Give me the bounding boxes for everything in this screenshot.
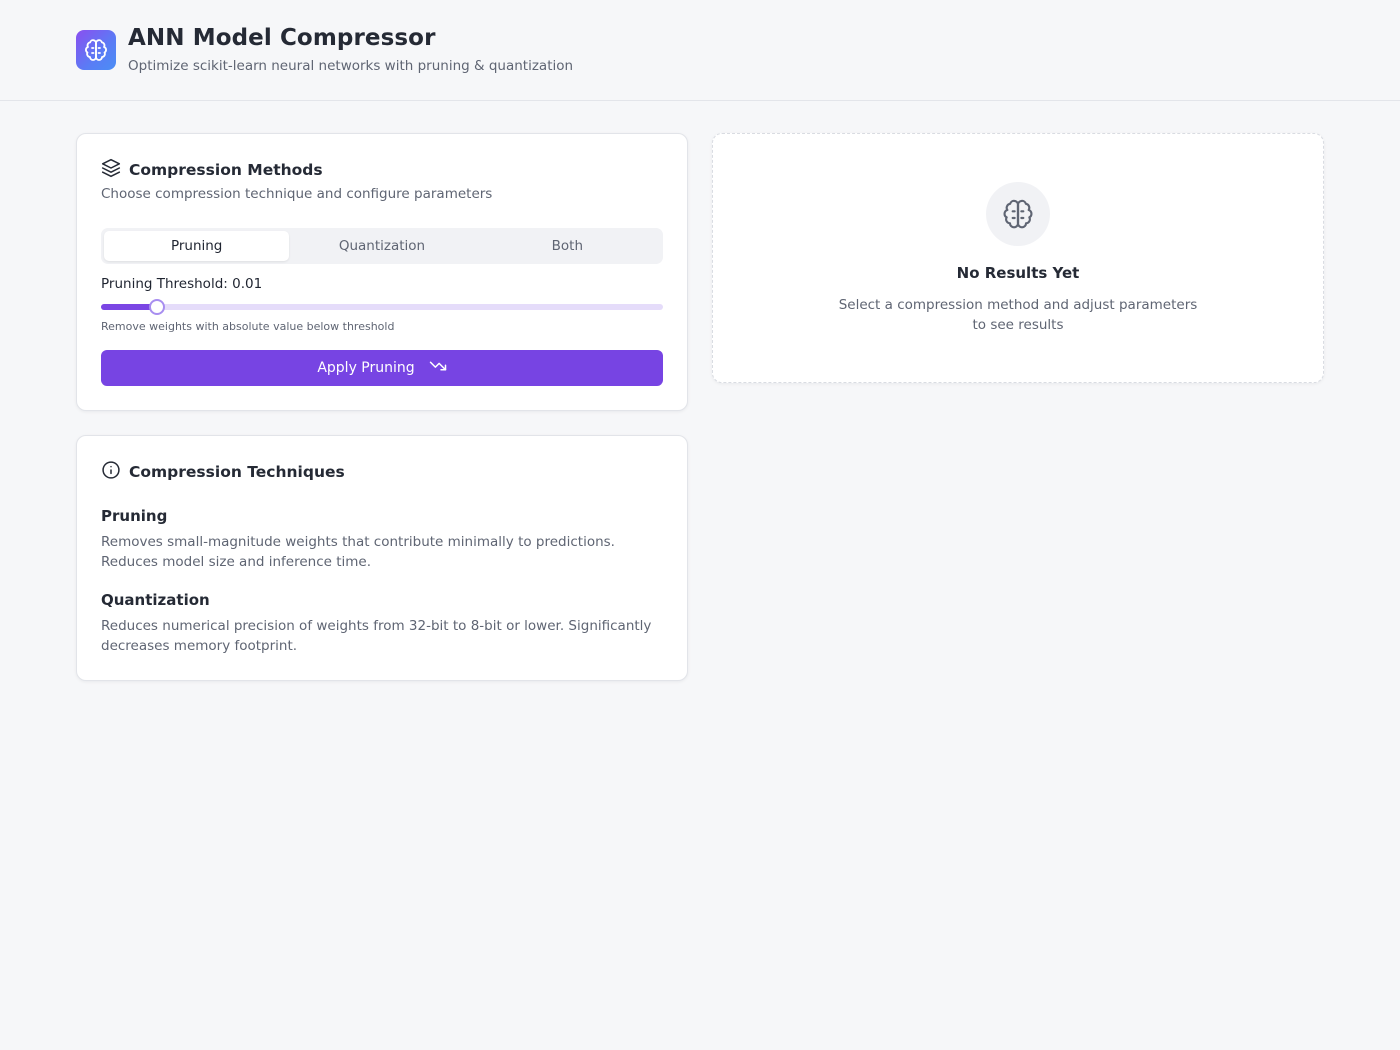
method-tabs: Pruning Quantization Both <box>101 228 663 264</box>
tab-quantization[interactable]: Quantization <box>289 231 474 261</box>
tab-both[interactable]: Both <box>475 231 660 261</box>
compression-methods-title: Compression Methods <box>129 161 323 179</box>
app-header: ANN Model Compressor Optimize scikit-lea… <box>0 0 1400 101</box>
compression-methods-header: Compression Methods <box>101 158 323 182</box>
technique-pruning-title: Pruning <box>101 507 168 525</box>
compression-techniques-card: Compression Techniques Pruning Removes s… <box>76 435 688 681</box>
technique-quantization-title: Quantization <box>101 591 210 609</box>
pruning-threshold-label: Pruning Threshold: 0.01 <box>101 276 263 292</box>
layers-icon <box>101 158 121 182</box>
technique-quantization-description: Reduces numerical precision of weights f… <box>101 618 652 654</box>
results-card: No Results Yet Select a compression meth… <box>712 133 1324 383</box>
technique-pruning-description: Removes small-magnitude weights that con… <box>101 534 615 570</box>
tab-pruning[interactable]: Pruning <box>104 231 290 261</box>
page-title: ANN Model Compressor <box>128 25 436 51</box>
slider-thumb[interactable] <box>149 299 166 315</box>
compression-techniques-title: Compression Techniques <box>129 463 345 481</box>
apply-pruning-label: Apply Pruning <box>317 360 415 376</box>
compression-methods-description: Choose compression technique and configu… <box>101 186 493 202</box>
brain-icon <box>986 182 1050 246</box>
page-subtitle: Optimize scikit-learn neural networks wi… <box>128 58 574 74</box>
info-icon <box>101 460 121 484</box>
apply-pruning-button[interactable]: Apply Pruning <box>101 350 663 386</box>
empty-state-title: No Results Yet <box>956 264 1080 282</box>
pruning-threshold-hint: Remove weights with absolute value below… <box>101 320 395 333</box>
compression-techniques-header: Compression Techniques <box>101 460 345 484</box>
brain-icon <box>76 30 116 70</box>
compression-methods-card: Compression Methods Choose compression t… <box>76 133 688 411</box>
pruning-threshold-slider[interactable] <box>101 299 663 315</box>
empty-state-description: Select a compression method and adjust p… <box>838 297 1198 333</box>
trending-down-icon <box>429 357 447 379</box>
